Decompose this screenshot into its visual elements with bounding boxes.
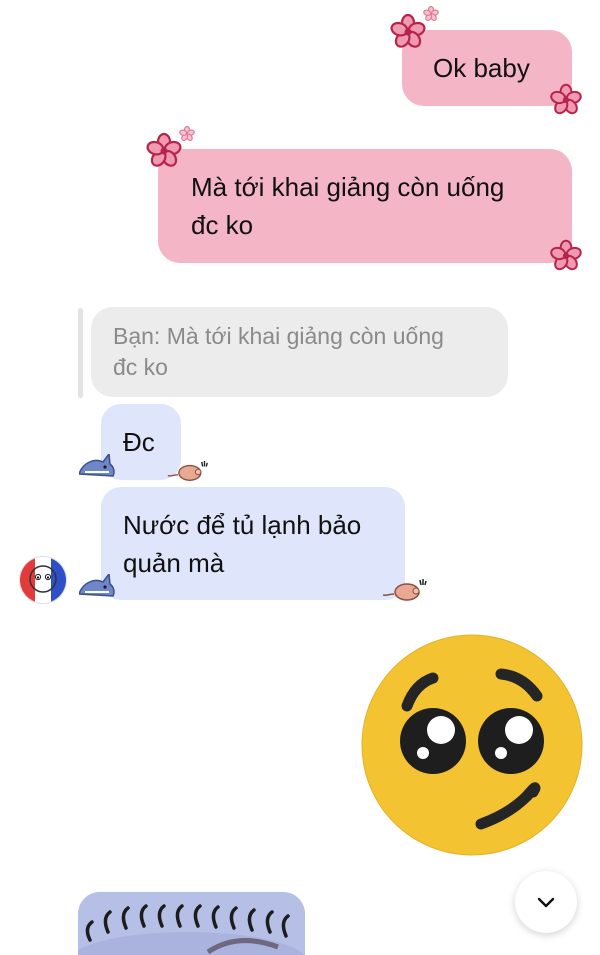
chevron-down-icon [537,897,555,908]
message-text: Ok baby [433,53,530,83]
reply-quote-text: Bạn: Mà tới khai giảng còn uống [113,323,444,349]
received-message-bubble[interactable]: Nước để tủ lạnh bảo quản mà [101,487,405,600]
reply-quote-bar [78,308,83,398]
image-message[interactable] [78,892,305,955]
pig-sticker-icon [167,460,208,481]
message-text: quản mà [123,548,225,578]
flower-sticker-icon [178,125,196,143]
scroll-to-bottom-button[interactable] [515,871,577,933]
reply-quote[interactable]: Bạn: Mà tới khai giảng còn uống đc ko [91,307,508,397]
message-text: đc ko [191,210,254,240]
avatar[interactable] [19,556,67,604]
message-text: Đc [123,427,155,457]
shark-sticker-icon [79,574,115,597]
reply-quote-text: đc ko [113,354,168,380]
sent-message-bubble[interactable]: Mà tới khai giảng còn uống đc ko [158,149,572,263]
shark-sticker-icon [79,454,115,477]
message-text: Mà tới khai giảng còn uống [191,172,505,202]
pig-sticker-icon [382,578,427,601]
message-text: Nước để tủ lạnh bảo [123,510,362,540]
flower-sticker-icon [548,239,584,273]
pleading-face-emoji[interactable] [361,634,583,856]
avatar-image [20,557,66,603]
image-content [78,892,305,955]
flower-sticker-icon [422,5,440,23]
flower-sticker-icon [548,83,584,117]
